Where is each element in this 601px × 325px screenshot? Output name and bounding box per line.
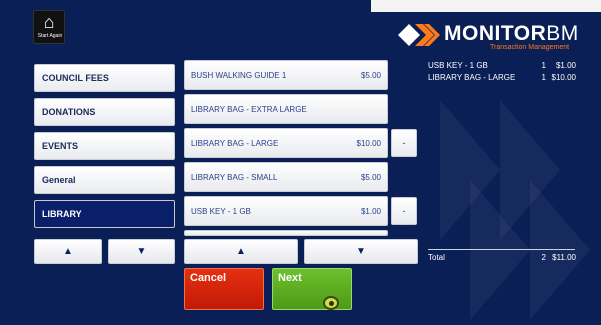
order-item-amount: $1.00	[555, 61, 576, 70]
monitor-chevron-logo-icon	[398, 24, 440, 46]
order-item-amount: $10.00	[551, 73, 576, 82]
category-scroll-up-button[interactable]: ▲	[34, 239, 102, 264]
product-name: USB KEY - 1 GB	[191, 207, 251, 216]
arrow-down-icon: ▼	[136, 246, 147, 257]
order-total: Total 2 $11.00	[428, 253, 576, 262]
remove-one-button[interactable]: -	[391, 129, 417, 157]
category-donations[interactable]: DONATIONS	[34, 98, 175, 126]
order-item-qty: 1	[541, 73, 546, 82]
cancel-button[interactable]: Cancel	[184, 268, 264, 310]
next-button[interactable]: Next	[272, 268, 352, 310]
total-amount: $11.00	[552, 253, 576, 262]
start-again-button[interactable]: ⌂ Start Again	[33, 10, 65, 44]
total-divider	[428, 249, 575, 250]
product-name: LIBRARY BAG - EXTRA LARGE	[191, 105, 307, 114]
product-price: $10.00	[356, 139, 381, 148]
brand-tagline: Transaction Management	[490, 44, 570, 51]
product-scroll-down-button[interactable]: ▼	[304, 239, 418, 264]
product-name: BUSH WALKING GUIDE 1	[191, 71, 287, 80]
product-button-partial[interactable]	[184, 230, 388, 236]
product-button[interactable]: LIBRARY BAG - LARGE $10.00	[184, 128, 388, 158]
top-strip	[371, 0, 601, 12]
category-council-fees[interactable]: COUNCIL FEES	[34, 64, 175, 92]
product-price: $5.00	[360, 173, 381, 182]
product-button[interactable]: USB KEY - 1 GB $1.00	[184, 196, 388, 226]
category-events[interactable]: EVENTS	[34, 132, 175, 160]
category-general[interactable]: General	[34, 166, 175, 194]
order-item-name: LIBRARY BAG - LARGE	[428, 73, 516, 82]
next-label: Next	[278, 272, 302, 284]
product-price: $1.00	[360, 207, 381, 216]
order-item-name: USB KEY - 1 GB	[428, 61, 488, 70]
product-name: LIBRARY BAG - SMALL	[191, 173, 278, 182]
product-name: LIBRARY BAG - LARGE	[191, 139, 279, 148]
background-chevron	[530, 180, 590, 320]
product-scroll-up-button[interactable]: ▲	[184, 239, 298, 264]
total-label: Total	[428, 253, 445, 262]
arrow-up-icon: ▲	[63, 246, 73, 257]
product-button[interactable]: LIBRARY BAG - EXTRA LARGE	[184, 94, 388, 124]
product-button[interactable]: LIBRARY BAG - SMALL $5.00	[184, 162, 388, 192]
remove-one-button[interactable]: -	[391, 197, 417, 225]
category-scroll-down-button[interactable]: ▼	[108, 239, 175, 264]
arrow-down-icon: ▼	[356, 246, 366, 257]
start-again-label: Start Again	[37, 33, 63, 39]
arrow-up-icon: ▲	[236, 246, 246, 257]
brand-name: MONITORBM	[444, 22, 579, 45]
home-icon: ⌂	[43, 12, 55, 32]
order-item-qty: 1	[541, 61, 546, 70]
total-qty: 2	[541, 253, 546, 262]
brand-logo: MONITORBM Transaction Management	[398, 18, 588, 58]
order-line: LIBRARY BAG - LARGE 1 $10.00	[428, 73, 576, 82]
product-button[interactable]: BUSH WALKING GUIDE 1 $5.00	[184, 60, 388, 90]
category-library[interactable]: LIBRARY	[34, 200, 175, 228]
order-line: USB KEY - 1 GB 1 $1.00	[428, 61, 576, 70]
kiosk-screen: ⌂ Start Again MONITORBM Transaction Mana…	[0, 0, 601, 325]
product-price: $5.00	[360, 71, 381, 80]
background-chevron	[470, 180, 530, 320]
touch-cursor-icon	[323, 296, 339, 310]
